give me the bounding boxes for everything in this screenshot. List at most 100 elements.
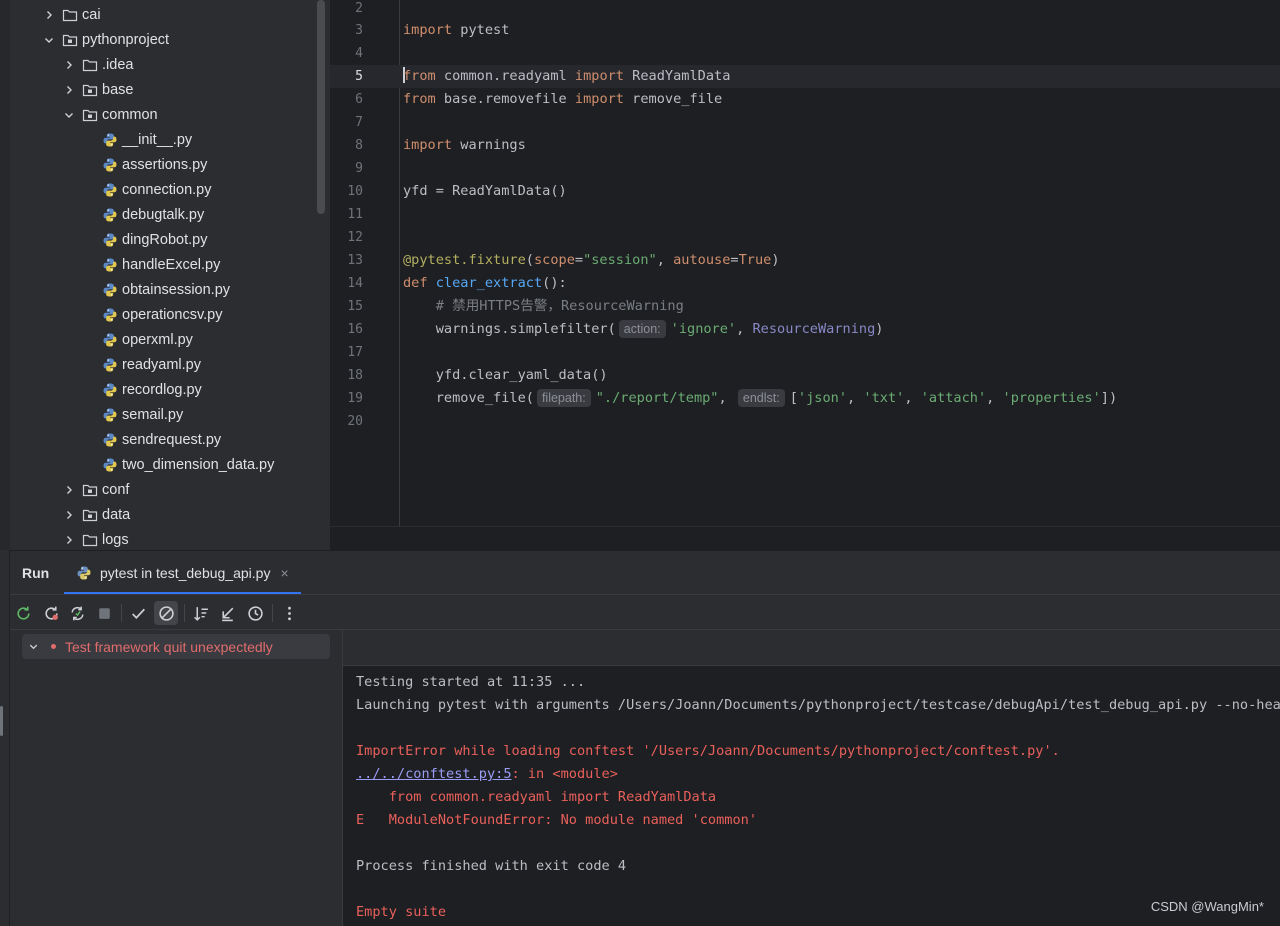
- watermark: CSDN @WangMin*: [1150, 899, 1264, 914]
- code-line[interactable]: 19 remove_file(filepath: "./report/temp",…: [330, 387, 1280, 410]
- console-output[interactable]: Testing started at 11:35 ... Launching p…: [342, 630, 1280, 926]
- tree-item-label: sendrequest.py: [122, 431, 222, 448]
- code-line[interactable]: 11: [330, 203, 1280, 226]
- code-line[interactable]: 10 yfd = ReadYamlData(): [330, 180, 1280, 203]
- tree-item-label: readyaml.py: [122, 356, 201, 373]
- tree-item-data[interactable]: data: [62, 502, 130, 527]
- tree-item-operationcsv-py[interactable]: operationcsv.py: [82, 302, 222, 327]
- run-tab-label: pytest in test_debug_api.py: [100, 565, 271, 581]
- tree-item-label: operationcsv.py: [122, 306, 223, 323]
- chevron-right-icon[interactable]: [62, 484, 76, 496]
- tree-item-init-py[interactable]: __init__.py: [82, 127, 192, 152]
- tree-item-label: obtainsession.py: [122, 281, 231, 298]
- code-line[interactable]: 9: [330, 157, 1280, 180]
- code-line[interactable]: 3 import pytest: [330, 19, 1280, 42]
- code-line[interactable]: 12: [330, 226, 1280, 249]
- inlay-hint: action:: [618, 320, 666, 338]
- inlay-hint: endlst:: [737, 389, 785, 407]
- history-icon[interactable]: [243, 601, 267, 625]
- tree-item-connection-py[interactable]: connection.py: [82, 177, 211, 202]
- tree-item-handleexcel-py[interactable]: handleExcel.py: [82, 252, 220, 277]
- tree-item-two-dimension-data-py[interactable]: two_dimension_data.py: [82, 452, 274, 477]
- code-line[interactable]: 16 warnings.simplefilter(action:'ignore'…: [330, 318, 1280, 341]
- toggle-auto-test-icon[interactable]: [65, 601, 89, 625]
- stop-icon[interactable]: [92, 601, 116, 625]
- tree-item-label: base: [102, 81, 134, 98]
- console-error-line: Empty suite: [356, 904, 447, 920]
- tree-item-pythonproject[interactable]: pythonproject: [42, 27, 169, 52]
- console-line: Process finished with exit code 4: [356, 858, 627, 874]
- code-line[interactable]: 8 import warnings: [330, 134, 1280, 157]
- chevron-right-icon[interactable]: [62, 509, 76, 521]
- tree-item-label: logs: [102, 531, 129, 548]
- tree-item-label: __init__.py: [122, 131, 193, 148]
- python-file-icon: [102, 182, 118, 198]
- code-line[interactable]: 7: [330, 111, 1280, 134]
- module-folder-icon: [82, 82, 98, 98]
- tree-item-debugtalk-py[interactable]: debugtalk.py: [82, 202, 204, 227]
- chevron-right-icon[interactable]: [62, 534, 76, 546]
- tree-item-readyaml-py[interactable]: readyaml.py: [82, 352, 201, 377]
- tree-item-label: semail.py: [122, 406, 184, 423]
- tree-item-label: dingRobot.py: [122, 231, 208, 248]
- chevron-down-icon[interactable]: [26, 641, 40, 652]
- chevron-right-icon[interactable]: [62, 84, 76, 96]
- code-line[interactable]: 2: [330, 0, 1280, 20]
- tree-item-dingrobot-py[interactable]: dingRobot.py: [82, 227, 207, 252]
- tree-item-obtainsession-py[interactable]: obtainsession.py: [82, 277, 230, 302]
- collapse-icon[interactable]: [215, 601, 239, 625]
- code-line[interactable]: 6 from base.removefile import remove_file: [330, 88, 1280, 111]
- code-line-current[interactable]: 5 from common.readyaml import ReadYamlDat…: [330, 65, 1280, 88]
- code-line[interactable]: 18 yfd.clear_yaml_data(): [330, 364, 1280, 387]
- more-icon[interactable]: [277, 601, 301, 625]
- tree-item-recordlog-py[interactable]: recordlog.py: [82, 377, 202, 402]
- rerun-icon[interactable]: [11, 601, 35, 625]
- python-file-icon: [102, 157, 118, 173]
- python-file-icon: [102, 132, 118, 148]
- tree-item-common[interactable]: common: [62, 102, 158, 127]
- tree-item-label: connection.py: [122, 181, 212, 198]
- console-line: Testing started at 11:35 ...: [356, 674, 586, 690]
- show-ignored-icon[interactable]: [154, 601, 178, 625]
- toolbar-separator: [272, 604, 273, 622]
- tree-item-assertions-py[interactable]: assertions.py: [82, 152, 207, 177]
- code-line[interactable]: 17: [330, 341, 1280, 364]
- folder-icon: [82, 57, 98, 73]
- tree-item-idea[interactable]: .idea: [62, 52, 133, 77]
- conftest-link[interactable]: ../../conftest.py:5: [356, 766, 512, 782]
- tree-item-base[interactable]: base: [62, 77, 133, 102]
- code-line[interactable]: 14 def clear_extract():: [330, 272, 1280, 295]
- python-file-icon: [102, 232, 118, 248]
- chevron-down-icon[interactable]: [62, 109, 76, 121]
- tree-item-label: pythonproject: [82, 31, 170, 48]
- python-file-icon: [102, 282, 118, 298]
- code-editor[interactable]: 2 3 import pytest 4 5 from common.readyaml…: [330, 0, 1280, 526]
- chevron-down-icon[interactable]: [42, 34, 56, 46]
- tree-item-logs[interactable]: logs: [62, 527, 129, 550]
- show-passed-icon[interactable]: [126, 601, 150, 625]
- run-tool-window-header: Run pytest in test_debug_api.py ×: [0, 550, 1280, 595]
- close-icon[interactable]: ×: [280, 565, 288, 581]
- run-tab[interactable]: pytest in test_debug_api.py ×: [64, 551, 301, 595]
- tree-item-conf[interactable]: conf: [62, 477, 129, 502]
- tree-item-operxml-py[interactable]: operxml.py: [82, 327, 193, 352]
- module-folder-icon: [82, 482, 98, 498]
- code-line[interactable]: 20: [330, 410, 1280, 433]
- chevron-right-icon[interactable]: [42, 9, 56, 21]
- console-header: [343, 630, 1280, 666]
- module-folder-icon: [62, 32, 78, 48]
- rerun-failed-icon[interactable]: [39, 601, 63, 625]
- tree-item-cai[interactable]: cai: [42, 2, 101, 27]
- chevron-right-icon[interactable]: [62, 59, 76, 71]
- test-tree-item[interactable]: Test framework quit unexpectedly: [22, 634, 330, 659]
- code-line[interactable]: 15 # 禁用HTTPS告警，ResourceWarning: [330, 295, 1280, 318]
- code-line[interactable]: 13 @pytest.fixture(scope="session", autou…: [330, 249, 1280, 272]
- python-file-icon: [102, 332, 118, 348]
- tree-scrollbar[interactable]: [317, 0, 325, 214]
- sort-icon[interactable]: [189, 601, 213, 625]
- code-line[interactable]: 4: [330, 42, 1280, 65]
- module-folder-icon: [82, 107, 98, 123]
- tree-item-semail-py[interactable]: semail.py: [82, 402, 183, 427]
- tree-item-sendrequest-py[interactable]: sendrequest.py: [82, 427, 221, 452]
- python-file-icon: [102, 357, 118, 373]
